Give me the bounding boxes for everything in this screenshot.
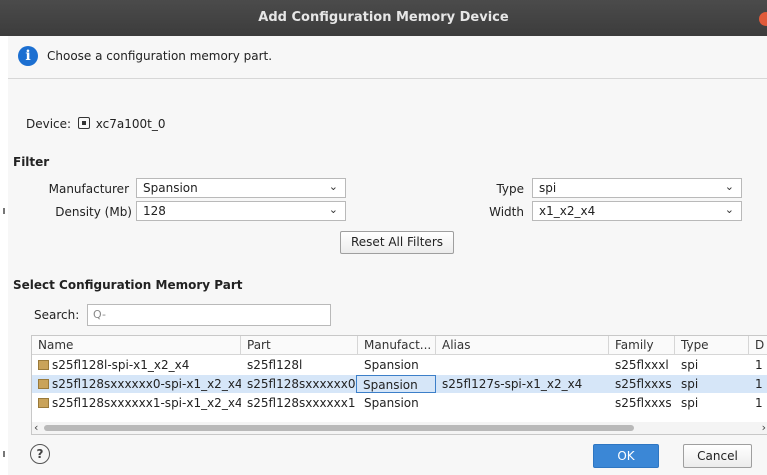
scroll-right-icon[interactable]: › bbox=[762, 421, 766, 434]
type-label: Type bbox=[496, 182, 524, 196]
column-header-manufacturer[interactable]: Manufact... bbox=[358, 336, 436, 354]
cell-d: 1 bbox=[755, 396, 763, 410]
cell-name-text: s25fl128sxxxxxx1-spi-x1_x2_x4 bbox=[52, 396, 241, 410]
device-name: xc7a100t_0 bbox=[95, 117, 166, 131]
cell-alias bbox=[436, 356, 609, 374]
device-label: Device: bbox=[26, 117, 72, 131]
cell-d: 1 bbox=[755, 377, 763, 391]
table-row[interactable]: s25fl128l-spi-x1_x2_x4 s25fl128l Spansio… bbox=[32, 356, 767, 374]
cell-type: spi bbox=[681, 396, 699, 410]
cell-alias: s25fl127s-spi-x1_x2_x4 bbox=[442, 377, 583, 391]
cell-name: s25fl128sxxxxxx1-spi-x1_x2_x4 bbox=[32, 394, 241, 412]
cell-family: s25flxxxs bbox=[615, 377, 672, 391]
chevron-down-icon: ⌄ bbox=[328, 203, 338, 216]
memory-part-icon bbox=[38, 360, 49, 370]
window-title: Add Configuration Memory Device bbox=[258, 10, 509, 25]
device-line: Device: xc7a100t_0 bbox=[26, 117, 165, 131]
cell-name: s25fl128l-spi-x1_x2_x4 bbox=[32, 356, 241, 374]
width-value: x1_x2_x4 bbox=[539, 204, 596, 218]
memory-part-icon bbox=[38, 398, 49, 408]
column-header-d[interactable]: D bbox=[749, 336, 767, 354]
filter-heading: Filter bbox=[13, 155, 50, 169]
cell-family: s25flxxxl bbox=[615, 358, 669, 372]
column-header-name[interactable]: Name bbox=[32, 336, 241, 354]
cell-part: s25fl128l bbox=[247, 358, 303, 372]
ok-button[interactable]: OK bbox=[593, 444, 659, 468]
table-row[interactable]: s25fl128sxxxxxx1-spi-x1_x2_x4 s25fl128sx… bbox=[32, 394, 767, 412]
close-icon[interactable] bbox=[759, 12, 767, 26]
table-row-selected[interactable]: s25fl128sxxxxxx0-spi-x1_x2_x4 s25fl128sx… bbox=[32, 375, 767, 393]
density-value: 128 bbox=[143, 204, 166, 218]
title-bar: Add Configuration Memory Device bbox=[0, 0, 767, 36]
column-header-family[interactable]: Family bbox=[609, 336, 675, 354]
horizontal-scrollbar[interactable]: ‹ › bbox=[32, 421, 767, 434]
chevron-down-icon: ⌄ bbox=[724, 203, 734, 216]
chevron-down-icon: ⌄ bbox=[724, 180, 734, 193]
edge-tick bbox=[3, 451, 5, 457]
divider bbox=[8, 78, 767, 79]
info-icon: i bbox=[18, 46, 38, 66]
chevron-down-icon: ⌄ bbox=[328, 180, 338, 193]
search-label: Search: bbox=[34, 308, 80, 322]
type-select[interactable]: spi ⌄ bbox=[532, 178, 742, 198]
cell-family: s25flxxxs bbox=[615, 396, 672, 410]
width-select[interactable]: x1_x2_x4 ⌄ bbox=[532, 201, 742, 221]
manufacturer-label: Manufacturer bbox=[48, 182, 129, 196]
cancel-button[interactable]: Cancel bbox=[683, 444, 752, 468]
type-value: spi bbox=[539, 181, 557, 195]
cell-part: s25fl128sxxxxxx1 bbox=[247, 396, 356, 410]
cell-d: 1 bbox=[755, 358, 763, 372]
density-label: Density (Mb) bbox=[55, 205, 132, 219]
column-header-part[interactable]: Part bbox=[241, 336, 358, 354]
density-select[interactable]: 128 ⌄ bbox=[136, 201, 346, 221]
width-label: Width bbox=[489, 205, 524, 219]
cell-name: s25fl128sxxxxxx0-spi-x1_x2_x4 bbox=[32, 375, 241, 393]
left-edge bbox=[0, 36, 8, 475]
search-input[interactable]: Q- bbox=[87, 304, 331, 326]
column-header-alias[interactable]: Alias bbox=[436, 336, 609, 354]
select-part-heading: Select Configuration Memory Part bbox=[13, 278, 243, 292]
cell-part: s25fl128sxxxxxx0 bbox=[247, 377, 356, 391]
edge-tick bbox=[3, 208, 5, 214]
chip-icon bbox=[77, 117, 90, 129]
manufacturer-select[interactable]: Spansion ⌄ bbox=[136, 178, 346, 198]
manufacturer-value: Spansion bbox=[143, 181, 198, 195]
table-header: Name Part Manufact... Alias Family Type … bbox=[32, 336, 767, 355]
cell-type: spi bbox=[681, 358, 699, 372]
help-icon[interactable]: ? bbox=[30, 444, 50, 464]
cell-name-text: s25fl128sxxxxxx0-spi-x1_x2_x4 bbox=[52, 377, 241, 391]
scrollbar-thumb[interactable] bbox=[44, 425, 634, 431]
cell-name-text: s25fl128l-spi-x1_x2_x4 bbox=[52, 358, 190, 372]
column-header-type[interactable]: Type bbox=[675, 336, 749, 354]
parts-table: Name Part Manufact... Alias Family Type … bbox=[31, 335, 767, 435]
info-message: Choose a configuration memory part. bbox=[47, 49, 273, 63]
reset-filters-button[interactable]: Reset All Filters bbox=[340, 231, 454, 254]
cell-manufacturer: Spansion bbox=[364, 358, 419, 372]
scroll-left-icon[interactable]: ‹ bbox=[34, 421, 38, 434]
cell-manufacturer: Spansion bbox=[356, 375, 436, 393]
cell-manufacturer: Spansion bbox=[364, 396, 419, 410]
cell-alias bbox=[436, 394, 609, 412]
memory-part-icon bbox=[38, 379, 49, 389]
cell-type: spi bbox=[681, 377, 699, 391]
